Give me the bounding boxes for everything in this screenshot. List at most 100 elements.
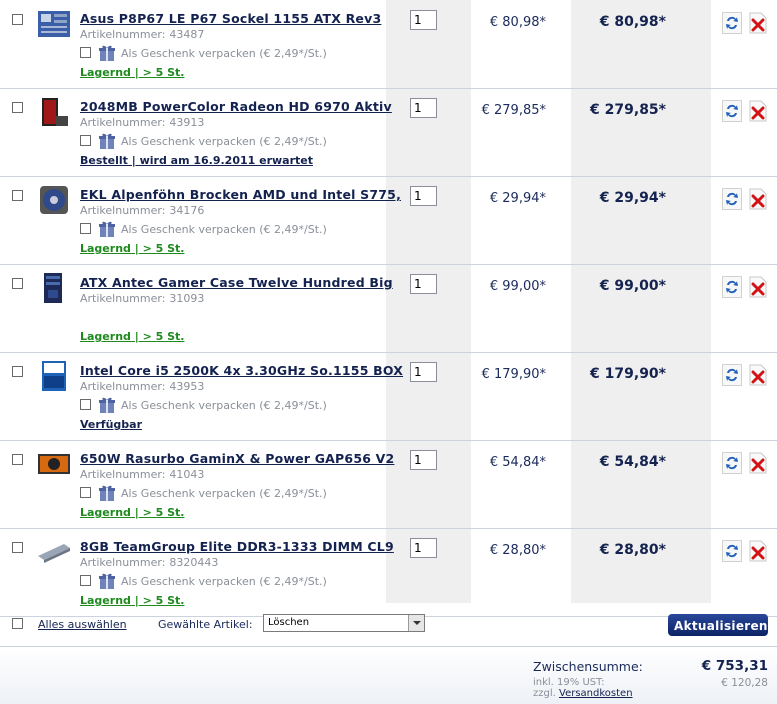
tax-value: € 120,28 xyxy=(721,677,768,689)
unit-price: € 29,94* xyxy=(489,191,546,206)
unit-price: € 54,84* xyxy=(489,455,546,470)
gift-wrap-checkbox[interactable] xyxy=(80,399,91,410)
item-select-checkbox[interactable] xyxy=(12,366,23,377)
update-button[interactable]: Aktualisieren xyxy=(668,614,768,636)
product-name-link[interactable]: 650W Rasurbo GaminX & Power GAP656 V2 xyxy=(80,451,394,466)
line-total: € 179,90* xyxy=(590,366,666,382)
motherboard-thumbnail[interactable] xyxy=(36,8,72,40)
stock-status-link[interactable]: Lagernd | > 5 St. xyxy=(80,330,184,343)
ram-module-thumbnail[interactable] xyxy=(36,536,72,568)
article-number-label: Artikelnummer: xyxy=(80,556,166,569)
delete-icon[interactable] xyxy=(748,364,768,386)
article-number-label: Artikelnummer: xyxy=(80,116,166,129)
delete-icon[interactable] xyxy=(748,100,768,122)
refresh-icon[interactable] xyxy=(722,540,742,562)
unit-price: € 179,90* xyxy=(481,367,546,382)
quantity-input[interactable] xyxy=(410,10,437,30)
quantity-input[interactable] xyxy=(410,450,437,470)
cart-item-row: EKL Alpenföhn Brocken AMD und Intel S775… xyxy=(0,176,777,265)
article-number: Artikelnummer: 8320443 xyxy=(80,556,218,569)
cart-footer: Alles auswählen Gewählte Artikel: Lösche… xyxy=(0,604,777,647)
cpu-cooler-thumbnail[interactable] xyxy=(36,184,72,216)
gift-wrap-label: Als Geschenk verpacken (€ 2,49*/St.) xyxy=(121,135,327,148)
quantity-input[interactable] xyxy=(410,186,437,206)
article-number: Artikelnummer: 43953 xyxy=(80,380,204,393)
article-number-value: 43913 xyxy=(169,116,205,129)
cart-item-row: Asus P8P67 LE P67 Sockel 1155 ATX Rev3 A… xyxy=(0,0,777,89)
line-total: € 54,84* xyxy=(599,454,666,470)
unit-price: € 80,98* xyxy=(489,15,546,30)
product-name-link[interactable]: Intel Core i5 2500K 4x 3.30GHz So.1155 B… xyxy=(80,363,403,378)
stock-status-link[interactable]: Verfügbar xyxy=(80,418,142,431)
gift-wrap-label: Als Geschenk verpacken (€ 2,49*/St.) xyxy=(121,399,327,412)
gift-wrap-checkbox[interactable] xyxy=(80,575,91,586)
article-number-value: 41043 xyxy=(169,468,205,481)
article-number: Artikelnummer: 43913 xyxy=(80,116,204,129)
graphics-card-thumbnail[interactable] xyxy=(36,96,72,128)
shipping-costs-link[interactable]: Versandkosten xyxy=(559,688,633,699)
line-total: € 80,98* xyxy=(599,14,666,30)
refresh-icon[interactable] xyxy=(722,452,742,474)
select-all-checkbox[interactable] xyxy=(12,618,23,629)
delete-icon[interactable] xyxy=(748,188,768,210)
line-total: € 279,85* xyxy=(590,102,666,118)
product-name-link[interactable]: Asus P8P67 LE P67 Sockel 1155 ATX Rev3 xyxy=(80,11,381,26)
article-number: Artikelnummer: 34176 xyxy=(80,204,204,217)
delete-icon[interactable] xyxy=(748,540,768,562)
item-select-checkbox[interactable] xyxy=(12,14,23,25)
pc-case-thumbnail[interactable] xyxy=(36,272,72,304)
power-supply-thumbnail[interactable] xyxy=(36,448,72,480)
stock-status-link[interactable]: Lagernd | > 5 St. xyxy=(80,66,184,79)
product-name-link[interactable]: 8GB TeamGroup Elite DDR3-1333 DIMM CL9 xyxy=(80,539,394,554)
gift-icon xyxy=(98,44,116,62)
delete-icon[interactable] xyxy=(748,276,768,298)
gift-wrap-checkbox[interactable] xyxy=(80,223,91,234)
item-select-checkbox[interactable] xyxy=(12,278,23,289)
product-name-link[interactable]: EKL Alpenföhn Brocken AMD und Intel S775… xyxy=(80,187,401,202)
gift-wrap-checkbox[interactable] xyxy=(80,487,91,498)
bulk-action-value: Löschen xyxy=(268,617,310,628)
gift-wrap-label: Als Geschenk verpacken (€ 2,49*/St.) xyxy=(121,487,327,500)
processor-box-thumbnail[interactable] xyxy=(36,360,72,392)
quantity-input[interactable] xyxy=(410,538,437,558)
stock-status-link[interactable]: Lagernd | > 5 St. xyxy=(80,506,184,519)
gift-icon xyxy=(98,572,116,590)
delete-icon[interactable] xyxy=(748,452,768,474)
gift-icon xyxy=(98,484,116,502)
item-select-checkbox[interactable] xyxy=(12,190,23,201)
subtotal-value: € 753,31 xyxy=(701,658,768,674)
gift-icon xyxy=(98,396,116,414)
item-select-checkbox[interactable] xyxy=(12,454,23,465)
cart-item-row: Intel Core i5 2500K 4x 3.30GHz So.1155 B… xyxy=(0,352,777,441)
unit-price: € 279,85* xyxy=(481,103,546,118)
quantity-input[interactable] xyxy=(410,274,437,294)
gift-wrap-label: Als Geschenk verpacken (€ 2,49*/St.) xyxy=(121,47,327,60)
article-number-label: Artikelnummer: xyxy=(80,292,166,305)
line-total: € 28,80* xyxy=(599,542,666,558)
gift-wrap-checkbox[interactable] xyxy=(80,47,91,58)
shopping-cart: Asus P8P67 LE P67 Sockel 1155 ATX Rev3 A… xyxy=(0,0,777,704)
delete-icon[interactable] xyxy=(748,12,768,34)
bulk-action-select[interactable]: Löschen xyxy=(263,614,425,632)
refresh-icon[interactable] xyxy=(722,364,742,386)
article-number-value: 34176 xyxy=(169,204,205,217)
item-select-checkbox[interactable] xyxy=(12,102,23,113)
gift-wrap-label: Als Geschenk verpacken (€ 2,49*/St.) xyxy=(121,223,327,236)
refresh-icon[interactable] xyxy=(722,276,742,298)
stock-status-link[interactable]: Bestellt | wird am 16.9.2011 erwartet xyxy=(80,154,313,167)
stock-status-link[interactable]: Lagernd | > 5 St. xyxy=(80,242,184,255)
line-total: € 99,00* xyxy=(599,278,666,294)
product-name-link[interactable]: ATX Antec Gamer Case Twelve Hundred Big xyxy=(80,275,393,290)
gift-wrap-checkbox[interactable] xyxy=(80,135,91,146)
select-all-link[interactable]: Alles auswählen xyxy=(38,618,127,631)
refresh-icon[interactable] xyxy=(722,12,742,34)
chevron-down-icon[interactable] xyxy=(408,615,424,631)
refresh-icon[interactable] xyxy=(722,188,742,210)
gift-icon xyxy=(98,220,116,238)
line-total: € 29,94* xyxy=(599,190,666,206)
refresh-icon[interactable] xyxy=(722,100,742,122)
item-select-checkbox[interactable] xyxy=(12,542,23,553)
quantity-input[interactable] xyxy=(410,98,437,118)
quantity-input[interactable] xyxy=(410,362,437,382)
product-name-link[interactable]: 2048MB PowerColor Radeon HD 6970 Aktiv xyxy=(80,99,392,114)
